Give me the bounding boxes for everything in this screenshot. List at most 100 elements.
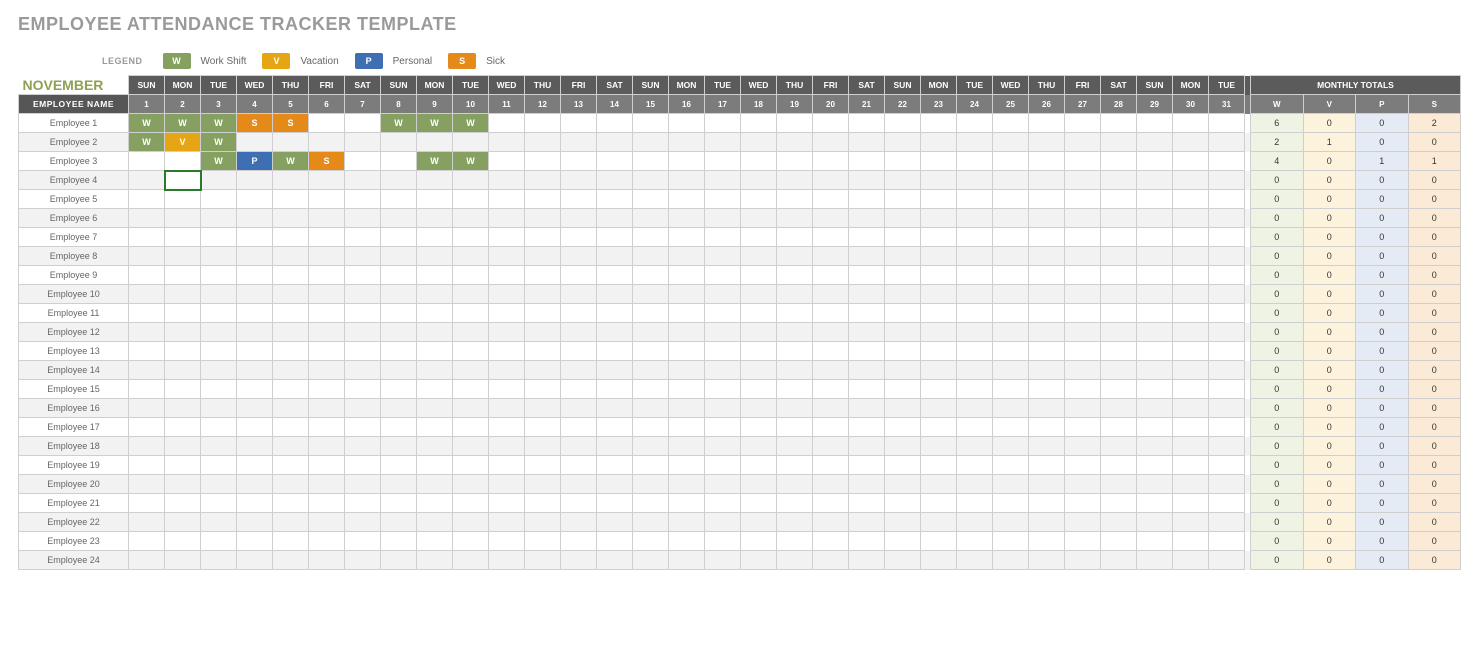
attendance-cell[interactable] xyxy=(525,152,561,171)
attendance-cell[interactable] xyxy=(309,266,345,285)
attendance-cell[interactable] xyxy=(1065,342,1101,361)
attendance-cell[interactable] xyxy=(1173,456,1209,475)
attendance-cell[interactable] xyxy=(1029,285,1065,304)
attendance-cell[interactable] xyxy=(1173,266,1209,285)
attendance-cell[interactable] xyxy=(273,323,309,342)
attendance-cell[interactable] xyxy=(885,399,921,418)
attendance-cell[interactable] xyxy=(345,247,381,266)
attendance-cell[interactable] xyxy=(201,513,237,532)
attendance-cell[interactable] xyxy=(201,380,237,399)
attendance-cell[interactable] xyxy=(957,247,993,266)
attendance-cell[interactable] xyxy=(813,513,849,532)
attendance-cell[interactable] xyxy=(1137,190,1173,209)
attendance-cell[interactable] xyxy=(237,228,273,247)
attendance-cell[interactable] xyxy=(165,266,201,285)
attendance-cell[interactable] xyxy=(201,247,237,266)
attendance-cell[interactable] xyxy=(813,285,849,304)
attendance-cell[interactable]: W xyxy=(273,152,309,171)
attendance-cell[interactable] xyxy=(669,399,705,418)
attendance-cell[interactable] xyxy=(345,437,381,456)
attendance-cell[interactable] xyxy=(597,304,633,323)
attendance-cell[interactable] xyxy=(813,304,849,323)
attendance-cell[interactable] xyxy=(561,209,597,228)
attendance-cell[interactable] xyxy=(597,532,633,551)
attendance-cell[interactable] xyxy=(1173,152,1209,171)
attendance-cell[interactable] xyxy=(705,228,741,247)
attendance-cell[interactable] xyxy=(669,247,705,266)
attendance-cell[interactable] xyxy=(561,133,597,152)
attendance-cell[interactable] xyxy=(669,285,705,304)
attendance-cell[interactable] xyxy=(381,513,417,532)
attendance-cell[interactable] xyxy=(669,513,705,532)
attendance-cell[interactable] xyxy=(849,342,885,361)
attendance-cell[interactable] xyxy=(1137,342,1173,361)
attendance-cell[interactable] xyxy=(885,361,921,380)
attendance-cell[interactable] xyxy=(237,285,273,304)
attendance-cell[interactable]: W xyxy=(453,114,489,133)
attendance-cell[interactable] xyxy=(1137,494,1173,513)
attendance-cell[interactable] xyxy=(741,190,777,209)
attendance-cell[interactable] xyxy=(1173,285,1209,304)
attendance-cell[interactable] xyxy=(669,475,705,494)
attendance-cell[interactable] xyxy=(597,418,633,437)
attendance-cell[interactable] xyxy=(1173,551,1209,570)
attendance-cell[interactable] xyxy=(633,152,669,171)
attendance-cell[interactable] xyxy=(993,418,1029,437)
attendance-cell[interactable] xyxy=(705,209,741,228)
attendance-cell[interactable] xyxy=(381,532,417,551)
attendance-cell[interactable] xyxy=(633,133,669,152)
attendance-cell[interactable] xyxy=(849,285,885,304)
attendance-cell[interactable] xyxy=(777,247,813,266)
attendance-cell[interactable] xyxy=(777,285,813,304)
attendance-cell[interactable] xyxy=(525,361,561,380)
attendance-cell[interactable] xyxy=(885,380,921,399)
attendance-cell[interactable] xyxy=(921,342,957,361)
attendance-cell[interactable] xyxy=(849,228,885,247)
attendance-cell[interactable] xyxy=(201,437,237,456)
attendance-cell[interactable] xyxy=(129,247,165,266)
attendance-cell[interactable] xyxy=(957,342,993,361)
attendance-cell[interactable]: W xyxy=(201,133,237,152)
attendance-cell[interactable] xyxy=(993,437,1029,456)
attendance-cell[interactable] xyxy=(129,551,165,570)
attendance-cell[interactable] xyxy=(921,551,957,570)
attendance-cell[interactable] xyxy=(381,456,417,475)
attendance-cell[interactable] xyxy=(381,152,417,171)
attendance-cell[interactable] xyxy=(525,114,561,133)
attendance-cell[interactable] xyxy=(237,361,273,380)
attendance-cell[interactable] xyxy=(417,532,453,551)
attendance-cell[interactable] xyxy=(309,513,345,532)
attendance-cell[interactable] xyxy=(489,323,525,342)
attendance-cell[interactable] xyxy=(1137,133,1173,152)
attendance-cell[interactable] xyxy=(1065,380,1101,399)
attendance-cell[interactable] xyxy=(237,247,273,266)
attendance-cell[interactable] xyxy=(309,551,345,570)
attendance-cell[interactable] xyxy=(669,209,705,228)
attendance-cell[interactable] xyxy=(849,532,885,551)
attendance-cell[interactable] xyxy=(309,456,345,475)
attendance-cell[interactable] xyxy=(1137,266,1173,285)
attendance-cell[interactable] xyxy=(813,399,849,418)
attendance-cell[interactable] xyxy=(777,342,813,361)
attendance-cell[interactable] xyxy=(633,399,669,418)
attendance-cell[interactable] xyxy=(309,399,345,418)
attendance-cell[interactable] xyxy=(777,133,813,152)
attendance-cell[interactable] xyxy=(849,494,885,513)
attendance-cell[interactable] xyxy=(525,380,561,399)
attendance-cell[interactable] xyxy=(1065,361,1101,380)
attendance-cell[interactable] xyxy=(129,380,165,399)
attendance-cell[interactable] xyxy=(597,361,633,380)
attendance-cell[interactable] xyxy=(597,133,633,152)
attendance-cell[interactable] xyxy=(741,247,777,266)
attendance-cell[interactable] xyxy=(561,494,597,513)
attendance-cell[interactable] xyxy=(633,247,669,266)
attendance-cell[interactable] xyxy=(1173,209,1209,228)
attendance-cell[interactable] xyxy=(453,456,489,475)
attendance-cell[interactable] xyxy=(1137,532,1173,551)
attendance-cell[interactable] xyxy=(849,380,885,399)
attendance-cell[interactable] xyxy=(1209,304,1245,323)
attendance-cell[interactable] xyxy=(777,380,813,399)
attendance-cell[interactable] xyxy=(633,285,669,304)
attendance-cell[interactable] xyxy=(813,190,849,209)
attendance-cell[interactable] xyxy=(561,323,597,342)
